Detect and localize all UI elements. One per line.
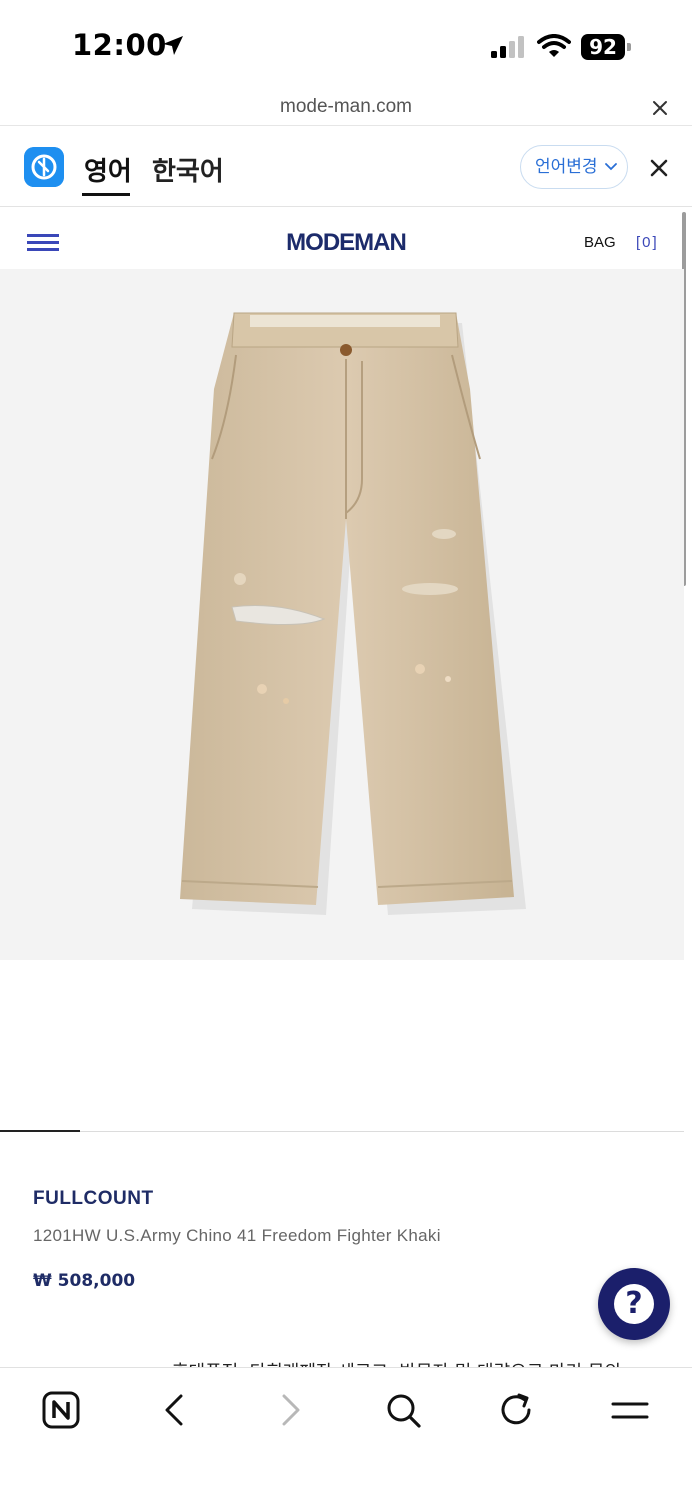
partial-text-row: 휴대폰정, 타회래폐장 세로고, 방문자 및 대량으로 마리 문의 — [0, 1358, 692, 1367]
partial-text: 휴대폰정, 타회래폐장 세로고, 방문자 및 대량으로 마리 문의 — [172, 1358, 621, 1367]
question-mark-icon: ? — [614, 1284, 654, 1324]
battery-level: 92 — [581, 34, 625, 60]
location-arrow-icon — [163, 36, 183, 55]
bag-link[interactable]: BAG — [584, 234, 616, 251]
help-chat-button[interactable]: ? — [598, 1268, 670, 1340]
signal-icon — [491, 36, 524, 58]
browser-toolbar — [0, 1367, 692, 1500]
product-price: ₩ 508,000 — [33, 1271, 136, 1291]
url-bar: mode-man.com — [0, 92, 692, 126]
gallery-progress-indicator — [0, 1130, 80, 1132]
forward-icon[interactable] — [270, 1390, 310, 1430]
status-bar: 12:00 92 — [0, 0, 692, 92]
product-name: 1201HW U.S.Army Chino 41 Freedom Fighter… — [33, 1226, 441, 1245]
menu-icon[interactable] — [610, 1390, 650, 1430]
product-image[interactable] — [0, 269, 684, 960]
khaki-chino-pants-image — [180, 312, 526, 915]
translate-bar: 영어 한국어 언어변경 — [0, 127, 692, 207]
naver-home-icon[interactable] — [41, 1390, 81, 1430]
change-language-label: 언어변경 — [535, 157, 598, 177]
close-translate-icon[interactable] — [650, 159, 668, 177]
product-brand[interactable]: FULLCOUNT — [33, 1188, 154, 1210]
gallery-progress-track — [0, 1131, 684, 1132]
tab-korean[interactable]: 한국어 — [152, 151, 224, 188]
url-text[interactable]: mode-man.com — [0, 96, 692, 118]
tab-english[interactable]: 영어 — [84, 151, 132, 188]
papago-logo-icon — [24, 147, 64, 187]
change-language-button[interactable]: 언어변경 — [520, 145, 628, 189]
chevron-down-icon — [605, 163, 617, 171]
active-tab-indicator — [82, 193, 130, 196]
status-time: 12:00 — [72, 28, 167, 62]
wifi-icon — [537, 34, 571, 57]
search-icon[interactable] — [383, 1390, 423, 1430]
close-icon[interactable] — [650, 98, 670, 118]
site-header: MODEMAN BAG [0] — [0, 207, 692, 269]
back-icon[interactable] — [155, 1390, 195, 1430]
battery-icon: 92 — [581, 34, 631, 60]
bag-count[interactable]: [0] — [636, 234, 659, 251]
refresh-icon[interactable] — [497, 1390, 537, 1430]
